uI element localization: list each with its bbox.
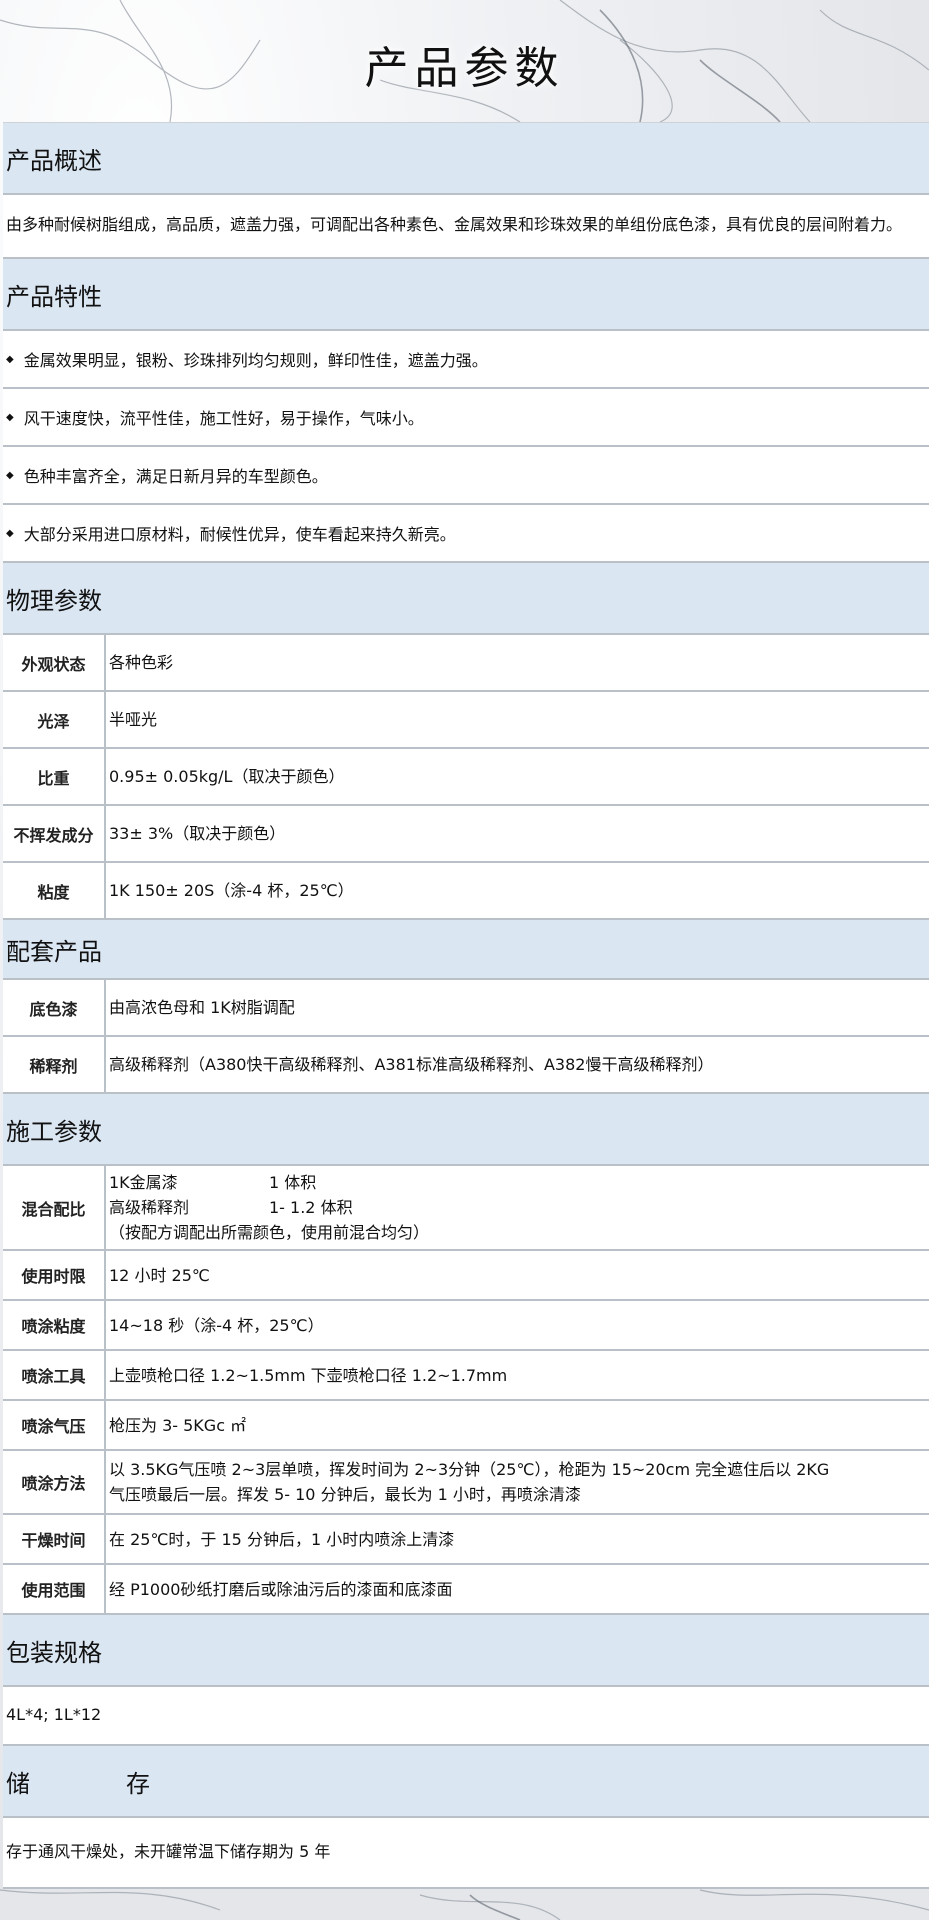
param-value: 上壶喷枪口径 1.2~1.5mm 下壶喷枪口径 1.2~1.7mm (109, 1365, 508, 1385)
section-heading-features: 产品特性 (3, 259, 929, 331)
diamond-bullet-icon: ◆ (6, 353, 14, 365)
param-label: 使用时限 (3, 1251, 106, 1299)
section-heading-matching: 配套产品 (3, 920, 929, 980)
page-title: 产品参数 (364, 43, 565, 94)
diamond-bullet-icon: ◆ (6, 411, 14, 423)
mix-component: 1K金属漆 (109, 1173, 178, 1192)
section-heading-application: 施工参数 (3, 1094, 929, 1166)
application-row: 喷涂气压 枪压为 3- 5KGc ㎡ (3, 1401, 929, 1451)
matching-row: 稀释剂 高级稀释剂（A380快干高级稀释剂、A381标准高级稀释剂、A382慢干高… (3, 1037, 929, 1094)
param-label: 喷涂工具 (3, 1351, 106, 1399)
physical-row: 光泽 半哑光 (3, 692, 929, 749)
param-label: 喷涂方法 (3, 1451, 106, 1513)
diamond-bullet-icon: ◆ (6, 469, 14, 481)
mix-component: 高级稀释剂 (109, 1198, 190, 1217)
param-value: 1K 150± 20S（涂-4 杯，25℃） (109, 881, 354, 900)
matching-row: 底色漆 由高浓色母和 1K树脂调配 (3, 980, 929, 1037)
mix-line: 1K金属漆 1 体积 (109, 1170, 316, 1195)
feature-item: ◆ 风干速度快，流平性佳，施工性好，易于操作，气味小。 (3, 389, 929, 447)
feature-item: ◆ 金属效果明显，银粉、珍珠排列均匀规则，鲜印性佳，遮盖力强。 (3, 331, 929, 389)
feature-item: ◆ 色种丰富齐全，满足日新月异的车型颜色。 (3, 447, 929, 505)
section-heading-packaging: 包装规格 (3, 1615, 929, 1687)
param-label: 底色漆 (3, 980, 106, 1035)
physical-row: 粘度 1K 150± 20S（涂-4 杯，25℃） (3, 863, 929, 920)
param-label: 混合配比 (3, 1166, 106, 1249)
param-label: 稀释剂 (3, 1037, 106, 1092)
section-heading-storage: 储 存 (3, 1746, 929, 1818)
param-label: 比重 (3, 749, 106, 804)
param-value: 高级稀释剂（A380快干高级稀释剂、A381标准高级稀释剂、A382慢干高级稀释… (109, 1055, 714, 1074)
mix-line: 高级稀释剂 1- 1.2 体积 (109, 1195, 353, 1220)
feature-item: ◆ 大部分采用进口原材料，耐候性优异，使车看起来持久新亮。 (3, 505, 929, 563)
param-label: 喷涂粘度 (3, 1301, 106, 1349)
feature-text: 大部分采用进口原材料，耐候性优异，使车看起来持久新亮。 (23, 525, 456, 544)
application-row-method: 喷涂方法 以 3.5KG气压喷 2~3层单喷，挥发时间为 2~3分钟（25℃），… (3, 1451, 929, 1515)
method-line: 以 3.5KG气压喷 2~3层单喷，挥发时间为 2~3分钟（25℃），枪距为 1… (109, 1460, 830, 1479)
section-heading-physical: 物理参数 (3, 563, 929, 635)
mix-ratio: 1 体积 (269, 1173, 317, 1192)
param-value: 12 小时 25℃ (109, 1265, 210, 1285)
param-value: 各种色彩 (109, 653, 174, 672)
physical-row: 不挥发成分 33± 3%（取决于颜色） (3, 806, 929, 863)
physical-row: 比重 0.95± 0.05kg/L（取决于颜色） (3, 749, 929, 806)
param-label: 外观状态 (3, 635, 106, 690)
section-heading-overview: 产品概述 (3, 123, 929, 195)
application-row: 干燥时间在 25℃时，于 15 分钟后，1 小时内喷涂上清漆 (3, 1515, 929, 1565)
param-value: 经 P1000砂纸打磨后或除油污后的漆面和底漆面 (109, 1579, 453, 1599)
feature-text: 金属效果明显，银粉、珍珠排列均匀规则，鲜印性佳，遮盖力强。 (23, 351, 488, 370)
param-value: 在 25℃时，于 15 分钟后，1 小时内喷涂上清漆 (109, 1529, 455, 1549)
param-value: 枪压为 3- 5KGc ㎡ (109, 1415, 247, 1435)
param-value: 14~18 秒（涂-4 杯，25℃） (109, 1315, 324, 1335)
param-value: 以 3.5KG气压喷 2~3层单喷，挥发时间为 2~3分钟（25℃），枪距为 1… (106, 1451, 929, 1513)
packaging-text: 4L*4; 1L*12 (3, 1687, 929, 1746)
physical-row: 外观状态 各种色彩 (3, 635, 929, 692)
param-label: 使用范围 (3, 1565, 106, 1613)
parameter-sheet: 产品概述 由多种耐候树脂组成，高品质，遮盖力强，可调配出各种素色、金属效果和珍珠… (3, 122, 929, 1889)
application-row: 喷涂工具 上壶喷枪口径 1.2~1.5mm 下壶喷枪口径 1.2~1.7mm (3, 1351, 929, 1401)
diamond-bullet-icon: ◆ (6, 527, 14, 539)
application-row: 喷涂粘度 14~18 秒（涂-4 杯，25℃） (3, 1301, 929, 1351)
method-line: 气压喷最后一层。挥发 5- 10 分钟后，最长为 1 小时，再喷涂清漆 (109, 1485, 581, 1504)
mix-ratio: 1- 1.2 体积 (269, 1198, 353, 1217)
param-value: 33± 3%（取决于颜色） (109, 824, 286, 843)
param-value: 1K金属漆 1 体积 高级稀释剂 1- 1.2 体积 （按配方调配出所需颜色，使用前… (106, 1166, 929, 1249)
param-value: 0.95± 0.05kg/L（取决于颜色） (109, 767, 345, 786)
param-value: 由高浓色母和 1K树脂调配 (109, 998, 295, 1017)
application-row-mix: 混合配比 1K金属漆 1 体积 高级稀释剂 1- 1.2 体积 （按配方调配出所需颜… (3, 1166, 929, 1251)
application-row: 使用范围经 P1000砂纸打磨后或除油污后的漆面和底漆面 (3, 1565, 929, 1615)
param-label: 干燥时间 (3, 1515, 106, 1563)
storage-text: 存于通风干燥处，未开罐常温下储存期为 5 年 (3, 1818, 929, 1889)
param-value: 半哑光 (109, 710, 158, 729)
param-label: 喷涂气压 (3, 1401, 106, 1449)
feature-text: 风干速度快，流平性佳，施工性好，易于操作，气味小。 (23, 409, 424, 428)
overview-text: 由多种耐候树脂组成，高品质，遮盖力强，可调配出各种素色、金属效果和珍珠效果的单组… (3, 195, 929, 259)
param-label: 粘度 (3, 863, 106, 918)
mix-note: （按配方调配出所需颜色，使用前混合均匀） (109, 1223, 430, 1242)
param-label: 光泽 (3, 692, 106, 747)
feature-text: 色种丰富齐全，满足日新月异的车型颜色。 (23, 467, 328, 486)
application-row: 使用时限 12 小时 25℃ (3, 1251, 929, 1301)
param-label: 不挥发成分 (3, 806, 106, 861)
